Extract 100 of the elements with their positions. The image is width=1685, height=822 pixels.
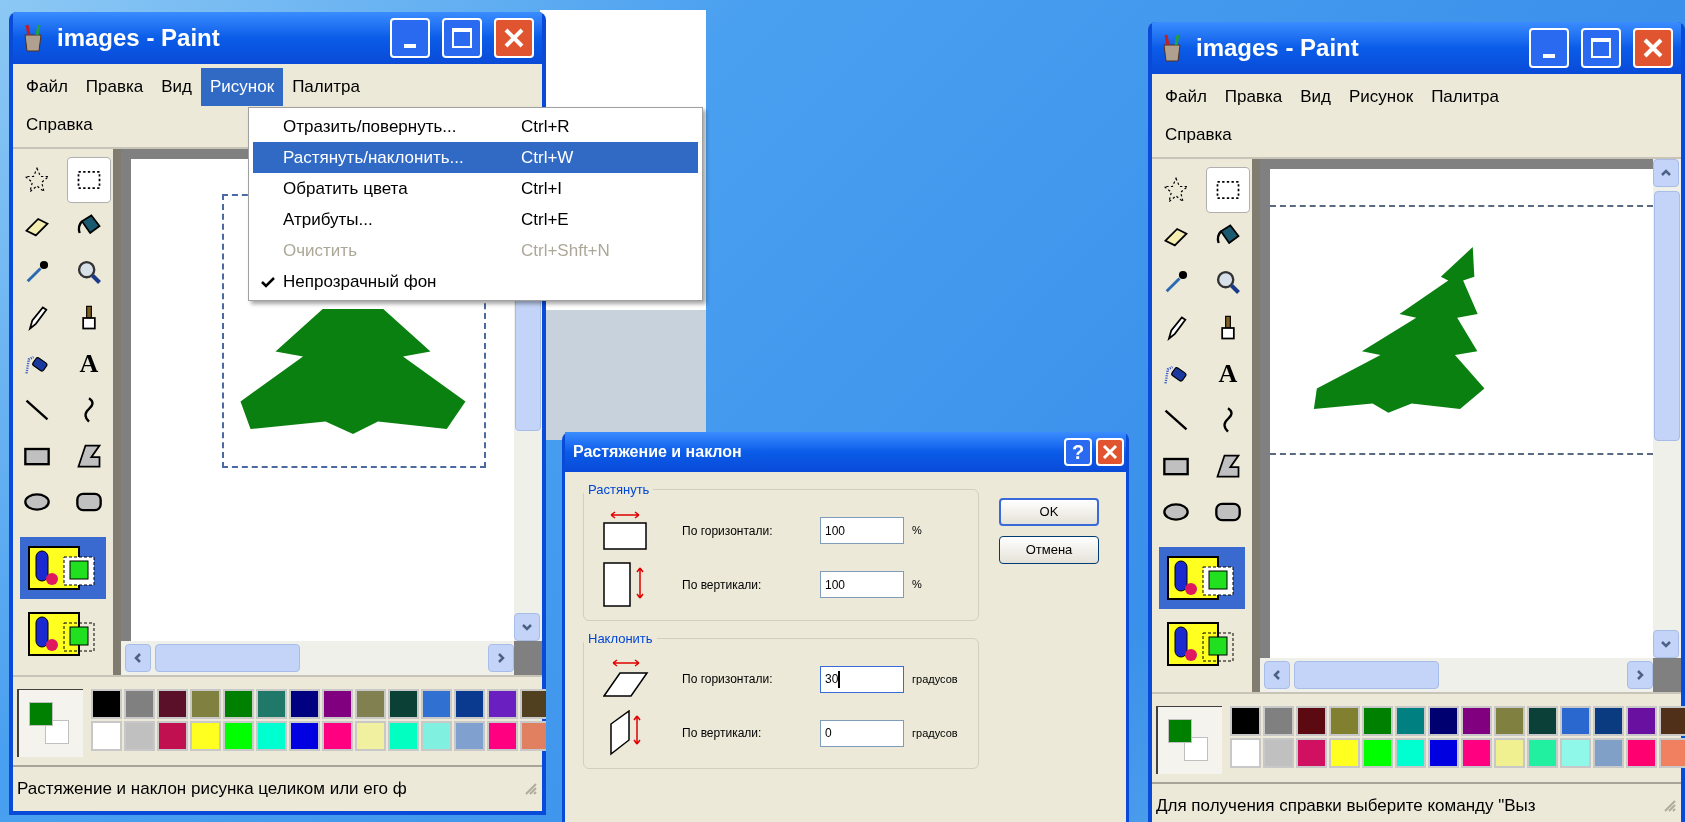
scroll-right-button[interactable] — [488, 644, 514, 672]
scroll-down-button[interactable] — [1653, 630, 1679, 658]
menu-item[interactable]: Рисунок — [201, 68, 284, 106]
color-swatch[interactable] — [1461, 738, 1492, 768]
menu-item[interactable]: Вид — [152, 68, 201, 106]
color-swatch[interactable] — [1230, 738, 1261, 768]
color-swatch[interactable] — [388, 721, 419, 751]
menu-item[interactable]: Атрибуты... Ctrl+E — [253, 204, 698, 235]
menu-item[interactable]: Обратить цвета Ctrl+I — [253, 173, 698, 204]
input-field[interactable]: 100 — [820, 517, 904, 544]
color-swatch[interactable] — [1494, 738, 1525, 768]
menu-item[interactable]: Справка — [1156, 115, 1241, 153]
menu-item[interactable]: Файл — [17, 68, 77, 106]
close-button[interactable] — [1633, 28, 1673, 68]
color-swatch[interactable] — [1626, 738, 1657, 768]
scroll-left-button[interactable] — [1264, 661, 1290, 689]
color-swatch[interactable] — [91, 689, 122, 719]
color-swatch[interactable] — [223, 721, 254, 751]
resize-grip-icon[interactable] — [1663, 799, 1677, 813]
color-swatch[interactable] — [1263, 706, 1294, 736]
input-field[interactable]: 0 — [820, 719, 904, 747]
color-swatch[interactable] — [1296, 738, 1327, 768]
dialog-button[interactable]: OK — [999, 498, 1099, 526]
color-swatch[interactable] — [1329, 706, 1360, 736]
color-swatch[interactable] — [1362, 738, 1393, 768]
color-swatch[interactable] — [1329, 738, 1360, 768]
color-swatch[interactable] — [1461, 706, 1492, 736]
color-swatch[interactable] — [157, 689, 188, 719]
color-swatch[interactable] — [1527, 706, 1558, 736]
scroll-right-button[interactable] — [1627, 661, 1653, 689]
scroll-up-button[interactable] — [1653, 159, 1679, 187]
color-swatch[interactable] — [1560, 706, 1591, 736]
color-swatch[interactable] — [289, 721, 320, 751]
color-swatch[interactable] — [454, 721, 485, 751]
color-swatch[interactable] — [421, 689, 452, 719]
color-swatch[interactable] — [1659, 738, 1685, 768]
color-swatch[interactable] — [322, 689, 353, 719]
color-swatch[interactable] — [1395, 738, 1426, 768]
input-field[interactable]: 100 — [820, 571, 904, 598]
input-field[interactable]: 30 — [820, 665, 904, 693]
option-icon[interactable] — [20, 537, 106, 599]
close-button[interactable] — [494, 18, 534, 58]
color-swatch[interactable] — [322, 721, 353, 751]
color-swatch[interactable] — [1428, 738, 1459, 768]
scroll-left-button[interactable] — [125, 644, 151, 672]
resize-grip-icon[interactable] — [524, 782, 538, 796]
color-swatch[interactable] — [1560, 738, 1591, 768]
color-swatch[interactable] — [355, 721, 386, 751]
color-swatch[interactable] — [124, 721, 155, 751]
menu-item[interactable]: Правка — [76, 68, 153, 106]
menu-item[interactable]: Растянуть/наклонить... Ctrl+W — [253, 142, 698, 173]
color-swatch[interactable] — [355, 689, 386, 719]
color-swatch[interactable] — [256, 721, 287, 751]
current-colors[interactable] — [17, 689, 83, 757]
menu-item[interactable]: Вид — [1291, 78, 1340, 116]
menu-item[interactable]: Рисунок — [1340, 78, 1423, 116]
menu-item[interactable]: Отразить/повернуть... Ctrl+R — [253, 111, 698, 142]
horizontal-scrollbar[interactable] — [121, 641, 514, 675]
color-swatch[interactable] — [1626, 706, 1657, 736]
color-swatch[interactable] — [1263, 738, 1294, 768]
color-swatch[interactable] — [487, 689, 518, 719]
color-swatch[interactable] — [1296, 706, 1327, 736]
tool-button[interactable] — [67, 157, 111, 203]
color-swatch[interactable] — [454, 689, 485, 719]
minimize-button[interactable] — [1529, 28, 1569, 68]
minimize-button[interactable] — [390, 18, 430, 58]
option-icon[interactable] — [1159, 547, 1245, 609]
color-swatch[interactable] — [1428, 706, 1459, 736]
scroll-thumb[interactable] — [1654, 191, 1680, 441]
color-swatch[interactable] — [289, 689, 320, 719]
color-swatch[interactable] — [388, 689, 419, 719]
vertical-scrollbar[interactable] — [1653, 159, 1681, 658]
tool-button[interactable]: A — [67, 341, 111, 387]
color-swatch[interactable] — [520, 721, 546, 751]
scroll-thumb[interactable] — [155, 644, 300, 672]
tool-button[interactable] — [1206, 167, 1250, 213]
color-swatch[interactable] — [1659, 706, 1685, 736]
menu-item[interactable]: Непрозрачный фон — [253, 266, 698, 297]
current-colors[interactable] — [1156, 706, 1222, 774]
close-button[interactable] — [1096, 438, 1124, 466]
color-swatch[interactable] — [190, 721, 221, 751]
color-swatch[interactable] — [520, 689, 546, 719]
menu-item[interactable]: Палитра — [1422, 78, 1508, 116]
color-swatch[interactable] — [1362, 706, 1393, 736]
color-swatch[interactable] — [1395, 706, 1426, 736]
color-swatch[interactable] — [124, 689, 155, 719]
tool-button[interactable]: A — [1206, 351, 1250, 397]
color-swatch[interactable] — [1593, 706, 1624, 736]
menu-item[interactable]: Справка — [17, 105, 102, 143]
dialog-button[interactable]: Отмена — [999, 536, 1099, 564]
horizontal-scrollbar[interactable] — [1260, 658, 1653, 692]
color-swatch[interactable] — [223, 689, 254, 719]
color-swatch[interactable] — [91, 721, 122, 751]
color-swatch[interactable] — [1230, 706, 1261, 736]
color-swatch[interactable] — [1593, 738, 1624, 768]
color-swatch[interactable] — [421, 721, 452, 751]
color-swatch[interactable] — [1527, 738, 1558, 768]
menu-item[interactable]: Правка — [1215, 78, 1292, 116]
menu-item[interactable]: Файл — [1156, 78, 1216, 116]
help-button[interactable]: ? — [1064, 438, 1092, 466]
